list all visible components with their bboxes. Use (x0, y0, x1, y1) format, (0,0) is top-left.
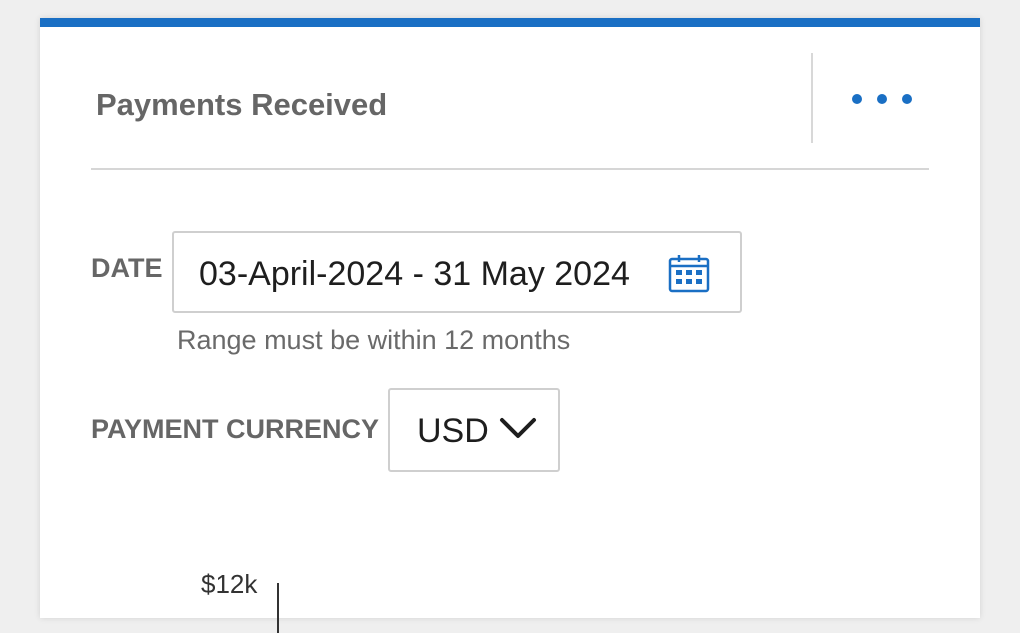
date-label: DATE (91, 253, 163, 283)
date-range-value: 03-April-2024 - 31 May 2024 (199, 255, 630, 293)
date-range-input[interactable]: 03-April-2024 - 31 May 2024 (172, 231, 742, 313)
more-horizontal-icon (902, 94, 912, 104)
y-axis-tick-label: $12k (201, 569, 258, 599)
more-horizontal-icon (877, 94, 887, 104)
payments-chart: $12k (40, 547, 980, 633)
payment-currency-label: PAYMENT CURRENCY (91, 414, 380, 444)
chevron-down-icon (500, 418, 536, 438)
payments-received-card: Payments Received DATE 03-April-2024 - 3… (40, 18, 980, 633)
more-horizontal-icon (852, 94, 862, 104)
currency-selected-value: USD (417, 412, 489, 450)
header-vertical-divider (811, 53, 813, 143)
calendar-icon[interactable] (668, 253, 710, 293)
date-range-hint: Range must be within 12 months (177, 325, 571, 355)
y-axis-line (277, 583, 279, 633)
card-header: Payments Received (40, 27, 980, 179)
card-title: Payments Received (96, 87, 388, 122)
more-options-button[interactable] (842, 83, 922, 115)
payment-currency-select[interactable]: USD (388, 388, 560, 472)
header-divider (91, 168, 929, 170)
